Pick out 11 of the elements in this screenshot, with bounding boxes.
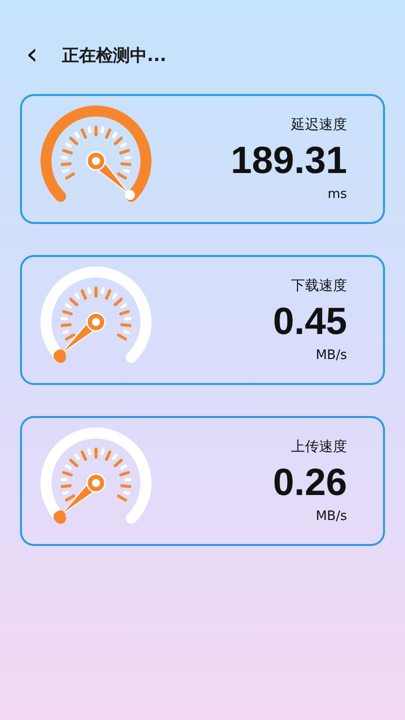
metric-label: 下载速度 xyxy=(291,277,347,295)
metric-unit: MB/s xyxy=(316,509,347,524)
metric-value: 0.26 xyxy=(273,462,347,505)
metric-unit: MB/s xyxy=(316,348,347,363)
metric-label: 延迟速度 xyxy=(291,116,347,134)
metric-unit: ms xyxy=(328,187,347,202)
page-title: 正在检测中... xyxy=(62,44,166,66)
metric-label: 上传速度 xyxy=(291,438,347,456)
back-button[interactable]: ‹ xyxy=(22,40,42,70)
metric-value: 0.45 xyxy=(273,301,347,344)
metric-value: 189.31 xyxy=(230,140,347,183)
